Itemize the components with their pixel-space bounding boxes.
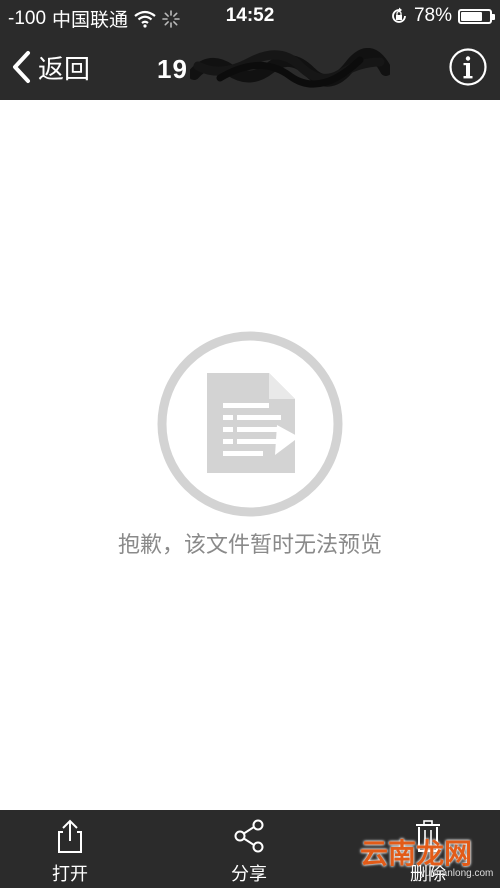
rotation-lock-icon xyxy=(392,7,406,23)
document-unavailable-icon xyxy=(157,331,343,517)
preview-area: 抱歉，该文件暂时无法预览 xyxy=(0,100,500,810)
redaction-scribble xyxy=(190,48,390,88)
battery-level xyxy=(461,11,483,21)
open-button[interactable]: 打开 xyxy=(25,810,115,888)
status-bar: -100 中国联通 14:52 78% xyxy=(0,0,500,34)
open-label: 打开 xyxy=(52,864,88,884)
share-button[interactable]: 分享 xyxy=(204,810,294,888)
watermark-logo: 云南龙网 xyxy=(360,838,473,869)
info-button[interactable] xyxy=(448,47,488,87)
back-label: 返回 xyxy=(38,53,91,84)
battery-icon xyxy=(458,8,495,24)
back-button[interactable]: 返回 xyxy=(10,48,90,86)
info-icon xyxy=(449,48,487,86)
battery-percent: 78% xyxy=(413,5,452,26)
preview-unavailable-message: 抱歉，该文件暂时无法预览 xyxy=(117,532,382,557)
file-title: 19 xyxy=(157,54,188,84)
share-export-icon xyxy=(58,819,82,853)
watermark-url: yunnanlong.com xyxy=(420,868,494,879)
status-right: 78% xyxy=(390,5,495,27)
share-label: 分享 xyxy=(231,864,267,884)
chevron-left-icon xyxy=(13,51,30,83)
share-nodes-icon xyxy=(234,819,264,853)
